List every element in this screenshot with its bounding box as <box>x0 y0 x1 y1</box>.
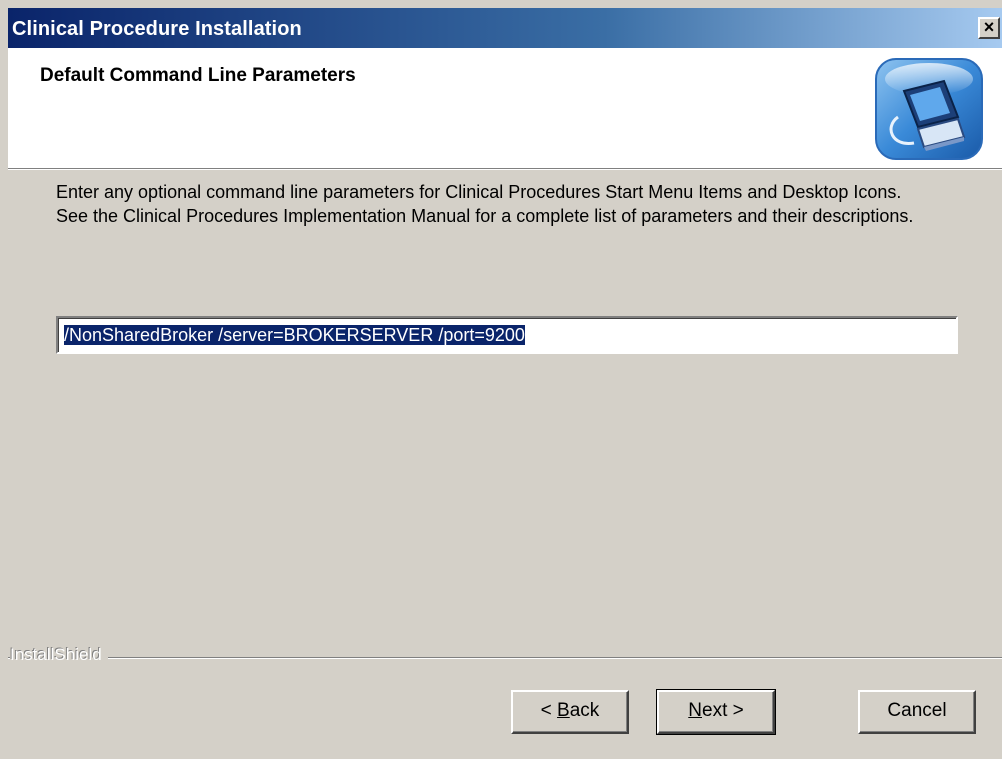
dialog-header: Default Command Line Parameters <box>8 48 1002 168</box>
back-label-mnemonic: B <box>557 700 570 721</box>
computer-setup-icon <box>875 58 983 160</box>
instructions-text: Enter any optional command line paramete… <box>56 182 914 226</box>
command-line-parameters-field[interactable]: /NonSharedBroker /server=BROKERSERVER /p… <box>56 316 958 354</box>
title-bar[interactable]: Clinical Procedure Installation × <box>8 8 1002 48</box>
back-button[interactable]: < Back <box>511 690 629 734</box>
installer-dialog: Clinical Procedure Installation × Defaul… <box>0 0 1002 759</box>
back-label-prefix: < <box>540 700 558 721</box>
close-icon: × <box>983 17 995 37</box>
footer-divider-highlight <box>8 658 1002 659</box>
installshield-brand: InstallShield <box>10 645 108 665</box>
next-button[interactable]: Next > <box>656 689 776 735</box>
header-divider-highlight <box>8 169 1002 170</box>
next-label-mnemonic: N <box>688 700 702 721</box>
cancel-label: Cancel <box>887 700 947 721</box>
page-title: Default Command Line Parameters <box>40 65 356 86</box>
back-label-rest: ack <box>569 700 600 721</box>
close-button[interactable]: × <box>978 17 1000 39</box>
next-label-rest: ext > <box>702 700 744 721</box>
cancel-button[interactable]: Cancel <box>858 690 976 734</box>
selected-text: /NonSharedBroker /server=BROKERSERVER /p… <box>64 325 525 345</box>
window-title: Clinical Procedure Installation <box>12 18 302 40</box>
